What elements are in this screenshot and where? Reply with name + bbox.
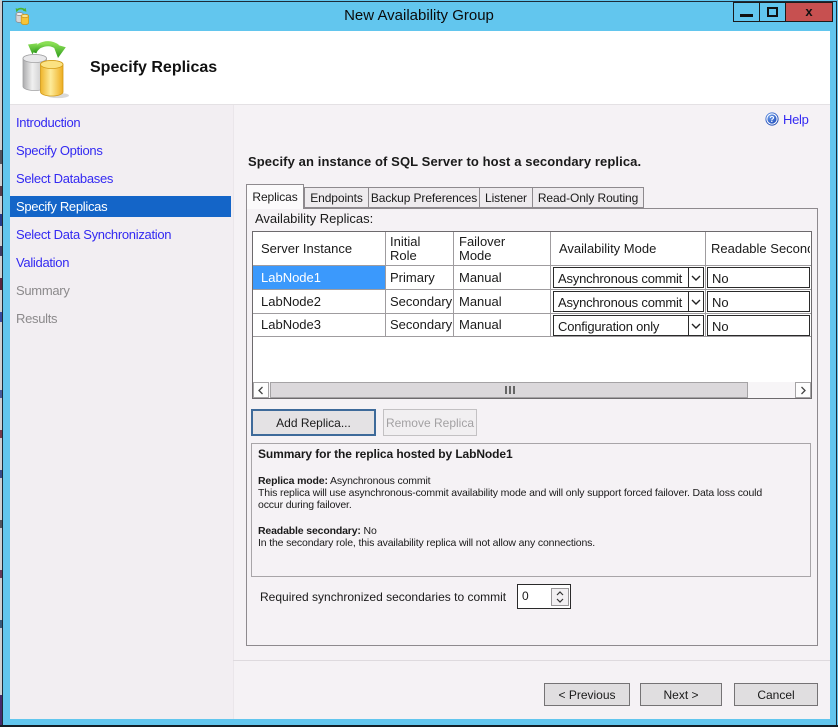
svg-text:?: ? bbox=[769, 114, 774, 124]
